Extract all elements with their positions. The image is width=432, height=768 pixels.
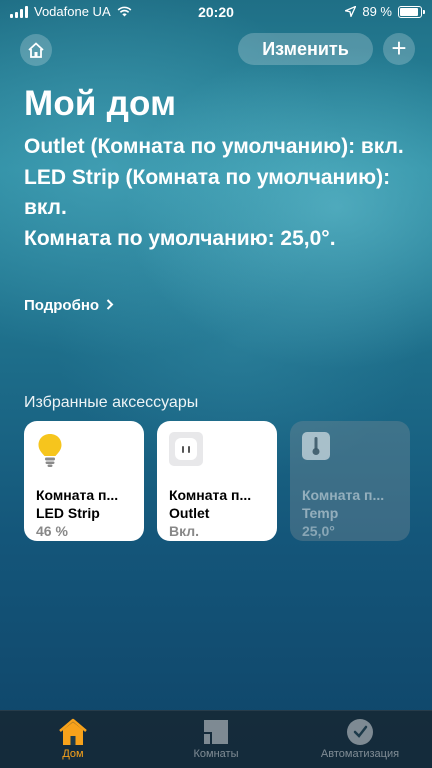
details-label: Подробно — [24, 297, 100, 314]
summary-line: Outlet (Комната по умолчанию): вкл. — [24, 135, 404, 158]
accessory-tile-outlet[interactable]: Комната п... Outlet Вкл. — [157, 421, 277, 541]
accessory-tile-temp[interactable]: Комната п... Temp 25,0° — [290, 421, 410, 541]
status-right: 89 % — [345, 4, 425, 19]
home-settings-button[interactable] — [20, 34, 52, 66]
accessory-tile-led-strip[interactable]: Комната п... LED Strip 46 % — [24, 421, 144, 541]
page-title: Мой дом — [24, 84, 177, 123]
tile-status: Вкл. — [169, 523, 200, 539]
house-outline-icon — [28, 42, 44, 58]
favorites-title: Избранные аксессуары — [24, 394, 199, 411]
clock-icon — [300, 717, 420, 747]
tab-label: Дом — [62, 748, 84, 760]
tile-room: Комната п... — [169, 487, 252, 503]
thermometer-icon — [302, 432, 336, 468]
tab-label: Автоматизация — [320, 748, 400, 760]
tile-room: Комната п... — [302, 487, 385, 503]
battery-percent: 89 % — [362, 4, 392, 19]
summary-line: Комната по умолчанию: 25,0°. — [24, 226, 336, 250]
battery-icon — [398, 5, 425, 18]
tile-name: LED Strip — [36, 505, 100, 521]
house-icon — [13, 717, 133, 747]
tile-name: Outlet — [169, 505, 210, 521]
tile-status: 46 % — [36, 523, 68, 539]
outlet-icon — [169, 432, 203, 468]
tile-room: Комната п... — [36, 487, 119, 503]
add-button[interactable]: + — [383, 33, 415, 65]
tab-automation[interactable]: Автоматизация — [300, 717, 420, 760]
tab-home[interactable]: Дом — [13, 717, 133, 760]
lightbulb-icon — [36, 432, 70, 468]
location-arrow-icon — [345, 6, 357, 17]
summary-line: LED Strip (Комната по умолчанию): вкл. — [24, 165, 391, 220]
battery-level — [400, 7, 418, 16]
tile-status: 25,0° — [302, 523, 335, 539]
chevron-right-icon — [107, 299, 114, 310]
details-link[interactable]: Подробно — [24, 297, 114, 314]
tab-bar: Дом Комнаты Автоматизация — [0, 710, 432, 768]
tab-rooms[interactable]: Комнаты — [156, 717, 276, 760]
home-summary: Outlet (Комната по умолчанию): вкл. LED … — [24, 132, 424, 254]
edit-button[interactable]: Изменить — [238, 33, 373, 65]
rooms-icon — [156, 717, 276, 747]
tile-name: Temp — [302, 505, 339, 521]
tab-label: Комнаты — [193, 748, 239, 760]
status-bar: Vodafone UA 20:20 89 % — [0, 0, 432, 24]
